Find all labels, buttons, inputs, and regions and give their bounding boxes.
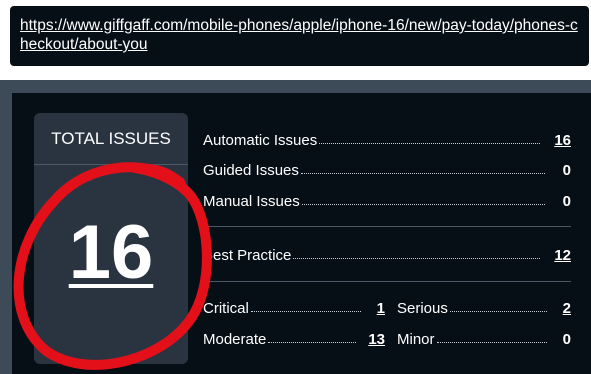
minor-count: 0	[562, 331, 571, 348]
serious-row: Serious 2	[397, 295, 571, 317]
manual-issues-label: Manual Issues	[203, 193, 300, 210]
minor-row: Minor 0	[397, 326, 571, 348]
dot-leader	[268, 341, 357, 343]
minor-label: Minor	[397, 331, 435, 348]
page-url-link[interactable]: https://www.giffgaff.com/mobile-phones/a…	[20, 16, 579, 54]
dot-leader	[293, 257, 541, 259]
best-practice-label: Best Practice	[203, 247, 292, 264]
automatic-issues-count-link[interactable]: 16	[554, 132, 571, 149]
serious-count-link[interactable]: 2	[559, 300, 571, 317]
automatic-issues-row: Automatic Issues 16	[203, 127, 571, 149]
moderate-row: Moderate 13	[203, 326, 385, 348]
critical-row: Critical 1	[203, 295, 385, 317]
moderate-count-link[interactable]: 13	[368, 331, 385, 348]
dot-leader	[300, 172, 545, 174]
automatic-issues-label: Automatic Issues	[203, 132, 318, 149]
total-issues-card: TOTAL ISSUES 16	[34, 113, 188, 364]
manual-issues-row: Manual Issues 0	[203, 188, 571, 210]
dot-leader	[301, 203, 545, 205]
dot-leader	[319, 142, 541, 144]
dot-leader	[436, 341, 547, 343]
dot-leader	[449, 310, 547, 312]
manual-issues-count: 0	[562, 193, 571, 210]
total-issues-heading: TOTAL ISSUES	[34, 113, 188, 165]
moderate-label: Moderate	[203, 331, 267, 348]
page: https://www.giffgaff.com/mobile-phones/a…	[0, 0, 591, 374]
guided-issues-count: 0	[562, 162, 571, 179]
critical-label: Critical	[203, 300, 249, 317]
critical-count-link[interactable]: 1	[373, 300, 385, 317]
best-practice-count-link[interactable]: 12	[554, 247, 571, 264]
best-practice-row: Best Practice 12	[203, 242, 571, 264]
divider	[203, 226, 571, 227]
total-issues-count-link[interactable]: 16	[34, 213, 188, 293]
guided-issues-row: Guided Issues 0	[203, 157, 571, 179]
guided-issues-label: Guided Issues	[203, 162, 299, 179]
serious-label: Serious	[397, 300, 448, 317]
url-bar: https://www.giffgaff.com/mobile-phones/a…	[10, 6, 589, 66]
divider	[203, 281, 571, 282]
dot-leader	[250, 310, 361, 312]
